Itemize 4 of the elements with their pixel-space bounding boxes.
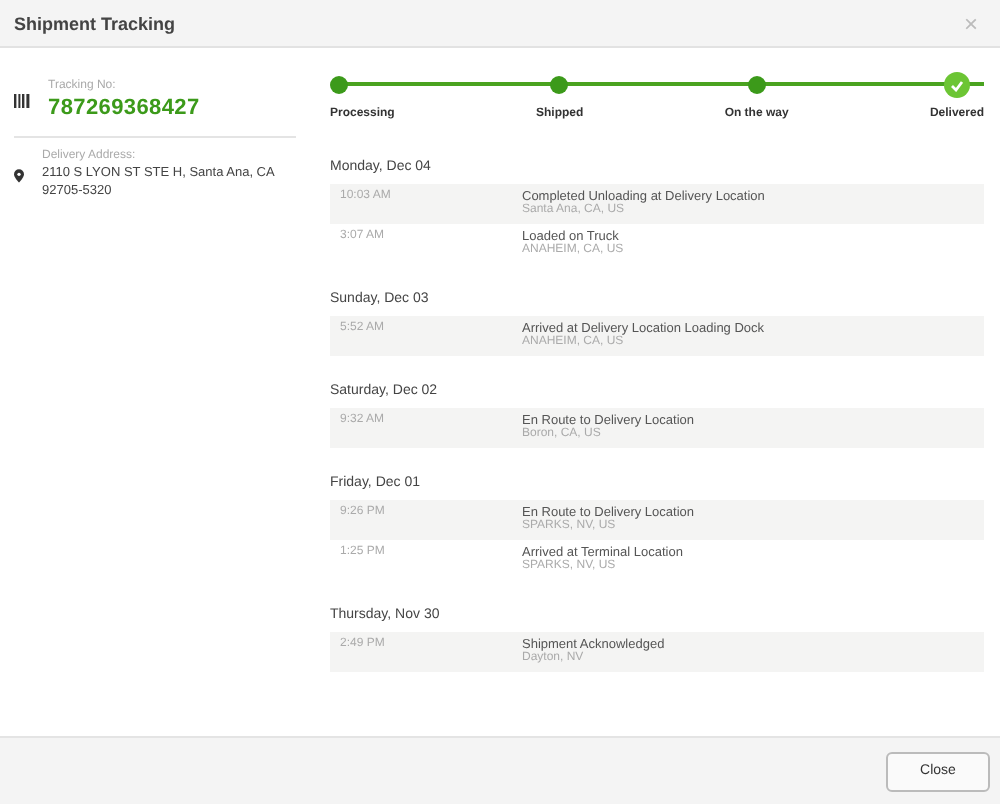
location-pin-icon [14,167,24,184]
window-title: Shipment Tracking [14,13,176,33]
tracking-number: 787269368427 [48,96,200,120]
barcode-icon [14,93,30,107]
